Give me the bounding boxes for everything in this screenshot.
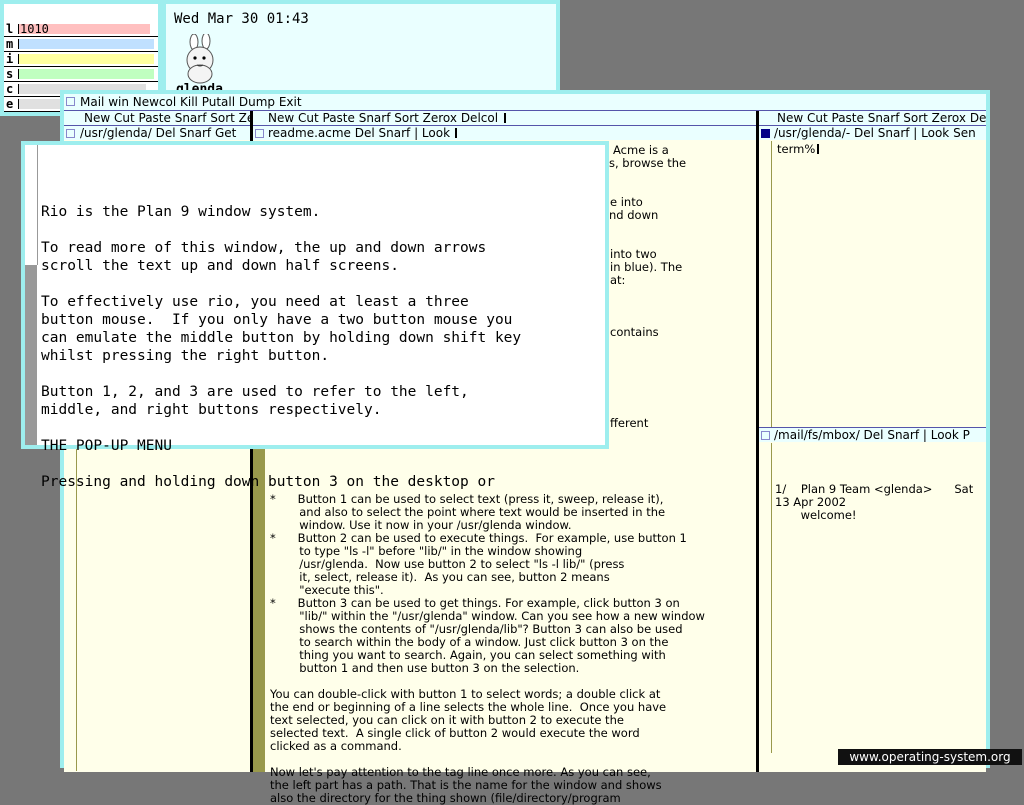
readme-fragment-1: Acme is a (613, 143, 669, 157)
stats-row-label: m (6, 37, 14, 51)
stats-row-bar (18, 54, 154, 64)
rio-line: THE POP-UP MENU (41, 438, 172, 454)
stats-row-bar (18, 69, 154, 79)
stats-row-bar (18, 39, 154, 49)
stats-row-i: i (4, 52, 158, 67)
window-usr-glenda-tag[interactable]: /usr/glenda/ Del Snarf Get (64, 126, 250, 140)
stats-row-s: s (4, 67, 158, 82)
terminal-tag-box[interactable] (761, 129, 770, 138)
rio-line (41, 419, 601, 437)
readme-tag-cursor (455, 128, 457, 138)
stats-row-label: l (6, 22, 14, 36)
column-2-tag-text[interactable]: New Cut Paste Snarf Sort Zerox Delcol (268, 111, 498, 125)
readme-fragment-3: e into (610, 195, 643, 209)
rio-line: To effectively use rio, you need at leas… (41, 294, 469, 310)
rio-line: can emulate the middle button by holding… (41, 330, 522, 346)
terminal-tag[interactable]: /usr/glenda/- Del Snarf | Look Sen (759, 126, 986, 140)
readme-fragment-4: nd down (609, 208, 659, 222)
rio-line (41, 275, 601, 293)
rio-line: middle, and right buttons respectively. (41, 402, 382, 418)
readme-tag[interactable]: readme.acme Del Snarf | Look (253, 126, 756, 140)
rio-line (41, 365, 601, 383)
stats-first-value: 1010 (20, 22, 49, 36)
mail-scrollbar[interactable] (761, 443, 772, 753)
terminal-scrollbar[interactable] (761, 141, 772, 427)
rio-window[interactable]: Rio is the Plan 9 window system. To read … (21, 141, 609, 490)
mail-tag-text[interactable]: /mail/fs/mbox/ Del Snarf | Look P (774, 428, 970, 442)
window-usr-glenda-box[interactable] (66, 129, 75, 138)
column-2-tag-cursor (504, 113, 506, 123)
readme-body[interactable]: * Button 1 can be used to select text (p… (270, 454, 754, 805)
column-3-tag-text[interactable]: New Cut Paste Snarf Sort Zerox De (777, 111, 986, 125)
terminal-tag-text[interactable]: /usr/glenda/- Del Snarf | Look Sen (774, 126, 976, 140)
readme-line: button 1 and then use button 3 on the se… (270, 661, 580, 675)
column-1-tag[interactable]: New Cut Paste Snarf Sort Zerox Delcol (64, 111, 250, 125)
mail-tag-box[interactable] (761, 431, 770, 440)
rio-line: whilst pressing the right button. (41, 348, 330, 364)
glenda-bunny-icon (186, 34, 214, 84)
main-tag-box[interactable] (66, 97, 75, 106)
mail-line: welcome! (775, 508, 857, 522)
readme-fragment-5: into two (610, 247, 657, 261)
column-1-tag-text[interactable]: New Cut Paste Snarf Sort Zerox Delcol (84, 111, 250, 125)
readme-tag-box[interactable] (255, 129, 264, 138)
window-usr-glenda-tag-text[interactable]: /usr/glenda/ Del Snarf Get (80, 126, 236, 140)
column-2-tag[interactable]: New Cut Paste Snarf Sort Zerox Delcol (253, 111, 756, 125)
mail-tag[interactable]: /mail/fs/mbox/ Del Snarf | Look P (759, 428, 986, 442)
mail-body[interactable]: 1/ Plan 9 Team <glenda> Sat 13 Apr 2002 w… (775, 444, 985, 522)
stats-row-m: m (4, 37, 158, 52)
rio-text[interactable]: Rio is the Plan 9 window system. To read … (41, 149, 601, 491)
main-tag-text[interactable]: Mail win Newcol Kill Putall Dump Exit (80, 95, 302, 109)
rio-line: Button 1, 2, and 3 are used to refer to … (41, 384, 469, 400)
readme-line: also the directory for the thing shown (… (270, 791, 621, 805)
terminal-prompt[interactable]: term% (777, 142, 820, 156)
column-3-tag[interactable]: New Cut Paste Snarf Sort Zerox De (759, 111, 986, 125)
acme-main-tag[interactable]: Mail win Newcol Kill Putall Dump Exit (64, 94, 986, 110)
rio-line: To read more of this window, the up and … (41, 240, 487, 256)
rio-line (41, 455, 601, 473)
rio-line (41, 221, 601, 239)
rio-line: scroll the text up and down half screens… (41, 258, 399, 274)
rio-line: Rio is the Plan 9 window system. (41, 204, 321, 220)
stats-row-label: s (6, 67, 14, 81)
stats-row-label: i (6, 52, 14, 66)
terminal-cursor (817, 144, 820, 154)
readme-tag-text[interactable]: readme.acme Del Snarf | Look (268, 126, 450, 140)
readme-fragment-6: in blue). The (610, 260, 683, 274)
stats-row-label: c (6, 82, 14, 96)
watermark: www.operating-system.org (838, 749, 1022, 765)
readme-line: the left part has a path. That is the na… (270, 778, 662, 792)
stats-row-label: e (6, 97, 14, 111)
clock-datetime: Wed Mar 30 01:43 (174, 11, 309, 27)
rio-line: Pressing and holding down button 3 on th… (41, 474, 495, 490)
column-3[interactable]: New Cut Paste Snarf Sort Zerox De /usr/g… (759, 111, 986, 772)
readme-fragment-8: contains (610, 325, 659, 339)
rio-line: button mouse. If you only have a two but… (41, 312, 513, 328)
terminal-prompt-text: term% (777, 142, 816, 156)
readme-fragment-7: at: (610, 273, 626, 287)
readme-fragment-9: fferent (610, 416, 649, 430)
readme-fragment-2: s, browse the (609, 156, 687, 170)
readme-line: clicked as a command. (270, 739, 402, 753)
stats-row-l: l 1010 (4, 22, 158, 37)
rio-scrollbar-thumb[interactable] (25, 145, 38, 265)
